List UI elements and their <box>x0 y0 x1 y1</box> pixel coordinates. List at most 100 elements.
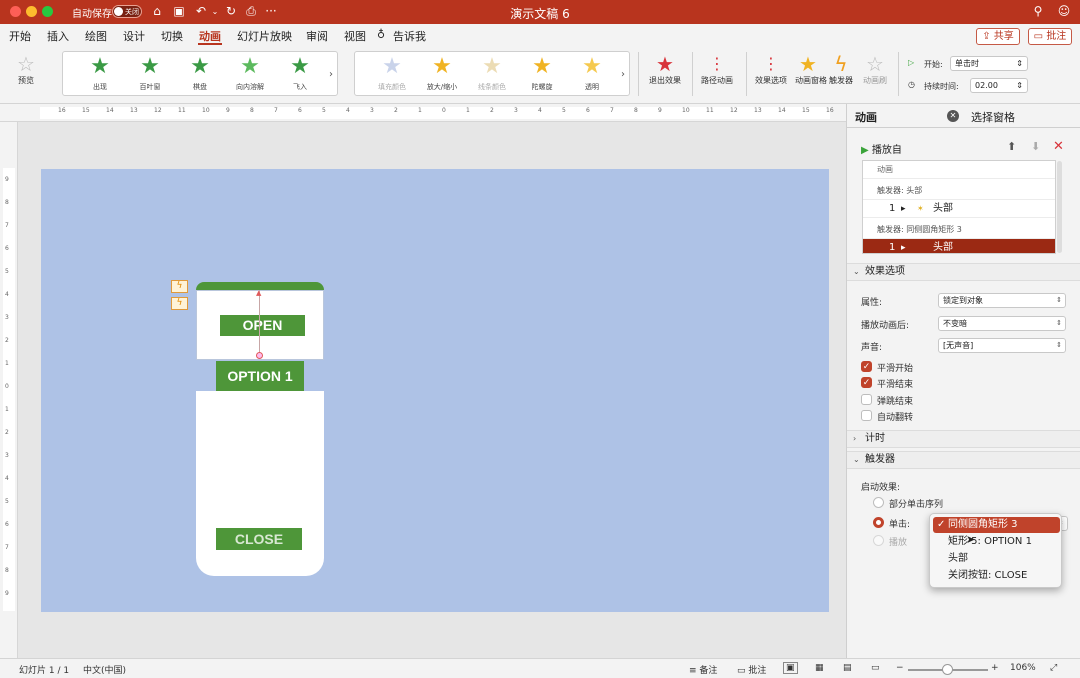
zoom-out-icon[interactable]: − <box>896 663 904 673</box>
bounce-end-checkbox[interactable] <box>861 394 872 405</box>
tab-draw[interactable]: 绘图 <box>85 28 107 44</box>
ruler-number: 8 <box>634 107 638 114</box>
slide[interactable]: OPEN OPTION 1 CLOSE ▲ ϟ ϟ <box>41 169 829 612</box>
timing-section[interactable]: › 计时 <box>847 430 1080 448</box>
tab-slideshow[interactable]: 幻灯片放映 <box>237 28 292 44</box>
trigger-section[interactable]: ⌄ 触发器 <box>847 451 1080 469</box>
share-label: 共享 <box>993 31 1014 42</box>
ruler-number: 1 <box>466 107 470 114</box>
search-icon[interactable]: ⚲ <box>1031 4 1045 19</box>
play-radio[interactable] <box>873 535 884 546</box>
effect-appear[interactable]: ★ 出现 <box>77 54 123 95</box>
motion-path-line <box>259 290 260 356</box>
cursor-icon: ▸ <box>901 243 906 253</box>
animation-item-selected[interactable]: 1 ▸ 头部 <box>863 239 1055 253</box>
share-button[interactable]: ⇪ 共享 <box>976 28 1020 45</box>
effect-options-button[interactable]: ⋮ 效果选项 <box>752 52 790 86</box>
star-icon: ★ <box>532 54 552 79</box>
tab-animations[interactable]: 动画 <box>199 28 221 44</box>
click-radio[interactable] <box>873 517 884 528</box>
sequence-radio[interactable] <box>873 497 884 508</box>
reading-view-icon[interactable]: ▤ <box>843 663 852 673</box>
dropdown-option-selected[interactable]: ✓ 同侧圆角矩形 3 <box>933 517 1060 533</box>
delete-icon[interactable]: ✕ <box>1053 139 1064 154</box>
effect-options-section[interactable]: ⌄ 效果选项 <box>847 263 1080 281</box>
after-animation-select[interactable]: 不变暗 ⇕ <box>938 316 1066 331</box>
duration-input[interactable]: 02.00 ⇕ <box>970 78 1028 93</box>
tab-design[interactable]: 设计 <box>123 28 145 44</box>
effect-line-color[interactable]: ★ 线条颜色 <box>469 54 515 95</box>
language-indicator[interactable]: 中文(中国) <box>83 663 126 676</box>
tab-transitions[interactable]: 切换 <box>161 28 183 44</box>
zoom-in-icon[interactable]: + <box>991 663 999 673</box>
effect-grow-shrink[interactable]: ★ 放大/缩小 <box>419 54 465 95</box>
animation-pane-button[interactable]: ★ 动画窗格 <box>795 52 827 86</box>
trigger-lightning-icon[interactable]: ϟ <box>171 297 188 310</box>
list-scrollbar[interactable] <box>1057 161 1062 253</box>
dropdown-option[interactable]: 关闭按钮: CLOSE <box>933 568 1060 584</box>
tab-review[interactable]: 审阅 <box>306 28 328 44</box>
zoom-level[interactable]: 106% <box>1010 663 1036 673</box>
ruler-number: 2 <box>394 107 398 114</box>
tab-home[interactable]: 开始 <box>9 28 31 44</box>
gallery-next-icon[interactable]: › <box>621 69 625 80</box>
comment-button[interactable]: ▭ 批注 <box>1028 28 1072 45</box>
effect-fly-in[interactable]: ★ 飞入 <box>277 54 323 95</box>
animation-painter-button[interactable]: ☆ 动画刷 <box>862 52 888 86</box>
auto-reverse-checkbox[interactable] <box>861 410 872 421</box>
stepper-icon: ⇕ <box>1016 59 1023 68</box>
trigger-lightning-icon[interactable]: ϟ <box>171 280 188 293</box>
lightning-icon: ϟ <box>834 52 848 76</box>
normal-view-icon[interactable]: ▣ <box>783 662 798 674</box>
trigger-button[interactable]: ϟ 触发器 <box>826 52 856 86</box>
ruler-number: 5 <box>322 107 326 114</box>
effect-transparency[interactable]: ★ 透明 <box>569 54 615 95</box>
fit-to-window-icon[interactable]: ⤢ <box>1050 663 1057 673</box>
move-down-icon[interactable]: ⬇ <box>1031 140 1040 153</box>
dropdown-option[interactable]: 头部 <box>933 551 1060 567</box>
animation-item[interactable]: 1 ▸ ✶ 头部 <box>863 200 1055 218</box>
ribbon-separator <box>692 52 693 96</box>
smooth-start-checkbox[interactable]: ✓ <box>861 361 872 372</box>
effect-checkerboard[interactable]: ★ 棋盘 <box>177 54 223 95</box>
effect-dissolve-in[interactable]: ★ 向内溶解 <box>227 54 273 95</box>
comments-button[interactable]: ▭ 批注 <box>737 663 766 676</box>
dropdown-option[interactable]: 矩形 5: OPTION 1 <box>933 534 1060 550</box>
slideshow-icon[interactable]: ▭ <box>871 663 880 673</box>
star-icon: ★ <box>290 54 310 79</box>
stepper-icon: ⇕ <box>1056 319 1062 327</box>
exit-star-icon: ★ <box>656 52 674 76</box>
tab-tell-me[interactable]: 告诉我 <box>393 28 426 44</box>
play-from-button[interactable]: ▶ 播放自 <box>861 141 902 156</box>
close-button[interactable]: CLOSE <box>216 528 302 550</box>
account-icon[interactable]: ☺ <box>1057 4 1071 19</box>
preview-button[interactable]: ☆ 预览 <box>8 52 44 86</box>
move-up-icon[interactable]: ⬆ <box>1007 140 1016 153</box>
open-button[interactable]: OPEN <box>220 315 305 336</box>
ruler-number: 3 <box>370 107 374 114</box>
tab-view[interactable]: 视图 <box>344 28 366 44</box>
tab-selection-pane[interactable]: 选择窗格 <box>971 109 1015 125</box>
slide-sorter-icon[interactable]: ▦ <box>815 663 824 673</box>
sound-select[interactable]: [无声音] ⇕ <box>938 338 1066 353</box>
effect-spin[interactable]: ★ 陀螺旋 <box>519 54 565 95</box>
property-select[interactable]: 锁定到对象 ⇕ <box>938 293 1066 308</box>
effect-blinds[interactable]: ★ 百叶窗 <box>127 54 173 95</box>
trigger-group-label: 触发器: 同侧圆角矩形 3 <box>863 221 1055 239</box>
ruler-number: 0 <box>442 107 446 114</box>
stepper-icon: ⇕ <box>1056 341 1062 349</box>
smooth-end-checkbox[interactable]: ✓ <box>861 377 872 388</box>
notes-button[interactable]: ≡ 备注 <box>689 663 717 676</box>
gallery-next-icon[interactable]: › <box>329 69 333 80</box>
option-1-button[interactable]: OPTION 1 <box>216 361 304 391</box>
tab-insert[interactable]: 插入 <box>47 28 69 44</box>
ruler-number: 7 <box>610 107 614 114</box>
start-select[interactable]: 单击时 ⇕ <box>950 56 1028 71</box>
close-icon[interactable]: ✕ <box>947 110 959 122</box>
motion-path-button[interactable]: ⋮ 路径动画 <box>698 52 736 86</box>
zoom-slider-thumb[interactable] <box>942 664 953 675</box>
tab-animation-pane[interactable]: 动画 <box>855 109 877 125</box>
sequence-label: 部分单击序列 <box>889 500 944 510</box>
exit-effects-button[interactable]: ★ 退出效果 <box>646 52 684 86</box>
effect-fill-color[interactable]: ★ 填充颜色 <box>369 54 415 95</box>
